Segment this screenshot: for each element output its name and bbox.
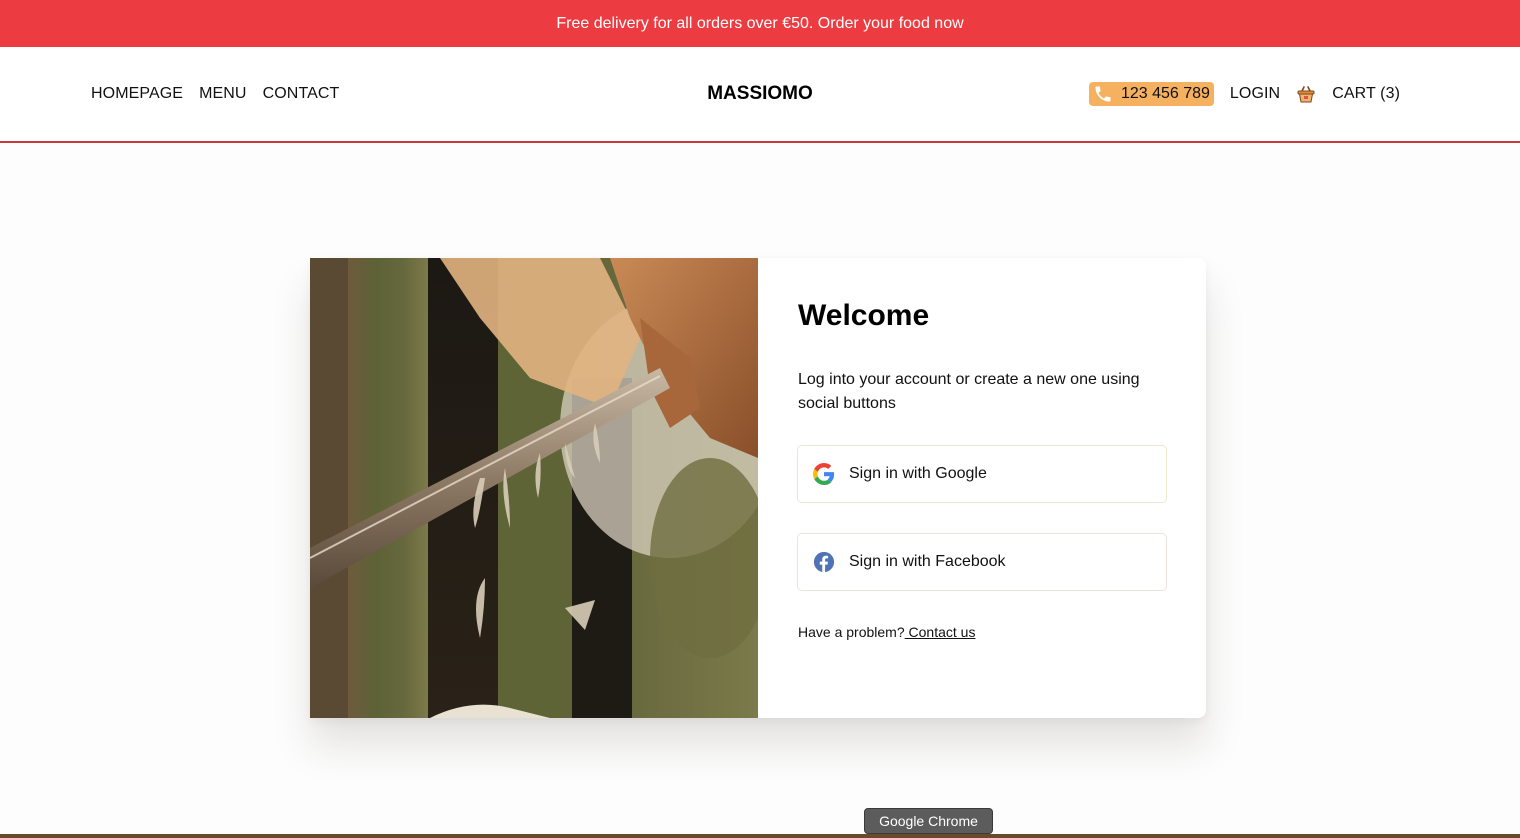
problem-text: Have a problem? xyxy=(798,624,905,640)
nav-link-contact[interactable]: CONTACT xyxy=(263,85,340,103)
nav-link-menu[interactable]: MENU xyxy=(199,85,247,103)
welcome-title: Welcome xyxy=(798,299,930,332)
promo-text: Free delivery for all orders over €50. O… xyxy=(556,14,964,32)
bottom-strip xyxy=(0,834,1520,838)
nav-link-homepage[interactable]: HOMEPAGE xyxy=(91,85,183,103)
facebook-signin-button[interactable]: Sign in with Facebook xyxy=(797,533,1167,591)
google-signin-button[interactable]: Sign in with Google xyxy=(797,445,1167,503)
nav-actions: 123 456 789 LOGIN CART (3) xyxy=(1088,47,1400,141)
login-card: Welcome Log into your account or create … xyxy=(310,258,1206,718)
login-link[interactable]: LOGIN xyxy=(1230,85,1280,103)
cart-link[interactable]: CART (3) xyxy=(1332,85,1400,103)
contact-us-link[interactable]: Contact us xyxy=(905,624,976,640)
phone-badge[interactable]: 123 456 789 xyxy=(1088,82,1214,106)
facebook-button-label: Sign in with Facebook xyxy=(849,553,1006,570)
brand-logo[interactable]: MASSIOMO xyxy=(707,83,813,105)
phone-icon xyxy=(1093,84,1113,104)
welcome-description: Log into your account or create a new on… xyxy=(798,371,1140,412)
help-text: Have a problem? Contact us xyxy=(798,624,975,640)
main-nav: HOMEPAGE MENU CONTACT xyxy=(91,47,339,141)
navbar: HOMEPAGE MENU CONTACT MASSIOMO 123 456 7… xyxy=(0,47,1520,143)
google-icon xyxy=(813,463,835,485)
google-button-label: Sign in with Google xyxy=(849,465,987,482)
facebook-icon xyxy=(813,551,835,573)
tooltip-text: Google Chrome xyxy=(879,813,978,829)
cart-icon[interactable] xyxy=(1296,84,1316,104)
chrome-tooltip: Google Chrome xyxy=(864,808,993,834)
phone-number: 123 456 789 xyxy=(1120,85,1210,102)
promo-banner: Free delivery for all orders over €50. O… xyxy=(0,0,1520,47)
hero-image-grating-cheese xyxy=(310,258,758,718)
